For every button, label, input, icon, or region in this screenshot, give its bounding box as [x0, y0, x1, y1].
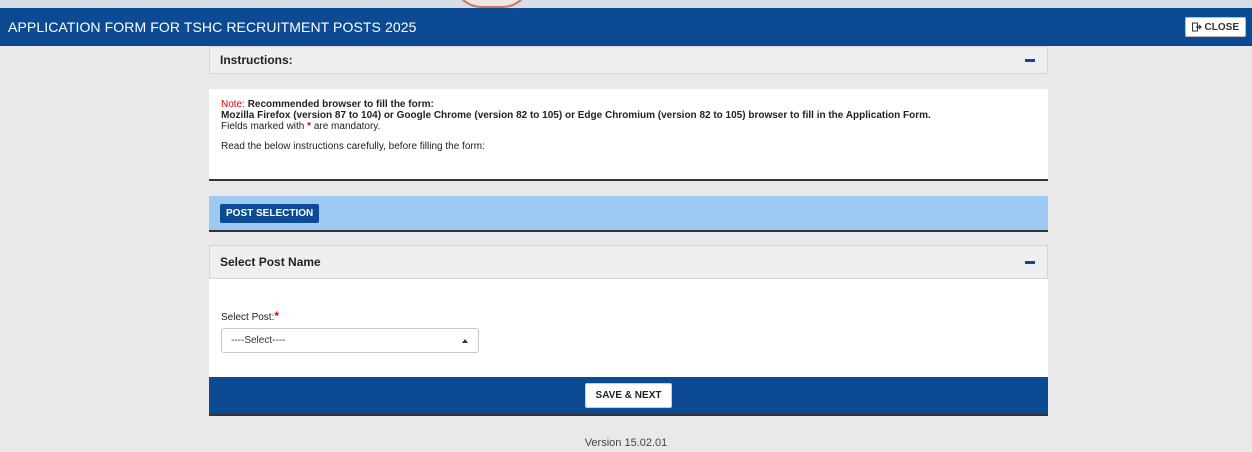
- read-instructions-line: Read the below instructions carefully, b…: [221, 141, 485, 152]
- page-title: APPLICATION FORM FOR TSHC RECRUITMENT PO…: [8, 19, 417, 35]
- note-line: Note: Recommended browser to fill the fo…: [221, 99, 1038, 110]
- select-post-label: Select Post:*: [221, 309, 280, 323]
- app-header: APPLICATION FORM FOR TSHC RECRUITMENT PO…: [0, 8, 1252, 46]
- note-text: Recommended browser to fill the form:: [247, 99, 434, 110]
- select-post-value: ----Select----: [231, 335, 286, 346]
- close-label: CLOSE: [1204, 21, 1239, 33]
- select-post-panel-header[interactable]: Select Post Name: [209, 245, 1048, 279]
- save-next-button[interactable]: SAVE & NEXT: [584, 383, 673, 408]
- tab-post-selection[interactable]: POST SELECTION: [220, 204, 320, 223]
- sign-out-icon: [1191, 22, 1202, 32]
- collapse-icon[interactable]: [1025, 58, 1035, 62]
- instructions-heading: Instructions:: [220, 53, 293, 67]
- instructions-body: Note: Recommended browser to fill the fo…: [209, 89, 1048, 181]
- instructions-panel-header[interactable]: Instructions:: [209, 46, 1048, 74]
- top-strip: [0, 0, 1252, 8]
- select-post-body: Select Post:* ----Select----: [209, 279, 1048, 377]
- close-button[interactable]: CLOSE: [1184, 17, 1246, 37]
- collapse-icon[interactable]: [1025, 260, 1035, 264]
- post-selection-band: POST SELECTION: [209, 196, 1048, 232]
- browsers-line: Mozilla Firefox (version 87 to 104) or G…: [221, 110, 931, 121]
- action-bar: SAVE & NEXT: [209, 377, 1048, 416]
- select-post-heading: Select Post Name: [220, 255, 321, 269]
- version-text: Version 15.02.01: [584, 437, 668, 449]
- note-prefix: Note:: [221, 99, 245, 110]
- select-post-dropdown[interactable]: ----Select----: [221, 328, 479, 353]
- caret-up-icon: [462, 338, 468, 343]
- mandatory-line: Fields marked with * are mandatory.: [221, 121, 381, 132]
